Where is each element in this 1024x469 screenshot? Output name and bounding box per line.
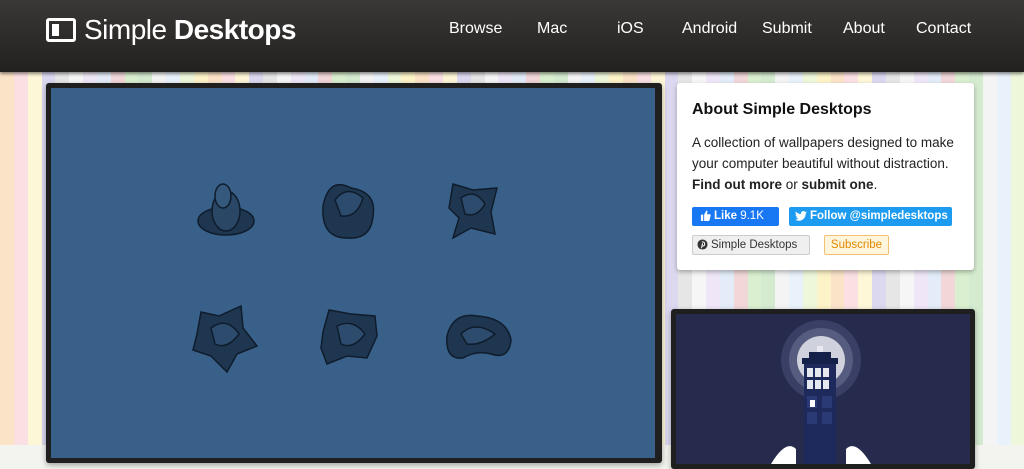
nav-browse[interactable]: Browse xyxy=(449,20,502,38)
nav-mac[interactable]: Mac xyxy=(537,20,567,38)
nav-submit[interactable]: Submit xyxy=(762,20,812,38)
background-stripe xyxy=(13,72,28,445)
background-stripe xyxy=(1010,72,1024,445)
about-title: About Simple Desktops xyxy=(692,101,872,118)
like-label: Like xyxy=(714,210,738,222)
background-stripe xyxy=(27,72,42,445)
subscribe-button[interactable]: Subscribe xyxy=(824,235,889,255)
background-stripe xyxy=(982,72,997,445)
about-card: About Simple Desktops A collection of wa… xyxy=(677,83,974,270)
twitter-bird-icon xyxy=(795,211,807,221)
featured-wallpaper-image xyxy=(51,88,655,458)
pinterest-icon xyxy=(697,239,708,251)
follow-label: Follow @simpledesktops xyxy=(810,210,948,222)
nav-android[interactable]: Android xyxy=(682,20,737,38)
nav-ios[interactable]: iOS xyxy=(617,20,644,38)
featured-wallpaper[interactable] xyxy=(46,83,662,463)
submit-one-link[interactable]: submit one xyxy=(802,177,874,192)
about-text: A collection of wallpapers designed to m… xyxy=(692,135,954,171)
social-buttons: Like 9.1K Follow @simpledesktops Simple … xyxy=(692,207,962,259)
about-description: A collection of wallpapers designed to m… xyxy=(692,132,959,195)
like-count: 9.1K xyxy=(740,210,764,222)
thumbs-up-icon xyxy=(700,210,711,222)
about-or-text: or xyxy=(785,177,798,192)
police-box-shape xyxy=(802,346,838,464)
pinterest-label: Simple Desktops xyxy=(711,239,798,251)
twitter-follow-button[interactable]: Follow @simpledesktops xyxy=(789,207,952,226)
wallpaper-thumbnail-image xyxy=(676,314,970,464)
main-nav: Browse Mac iOS Android Submit About Cont… xyxy=(0,20,1024,42)
site-header: Simple Desktops Browse Mac iOS Android S… xyxy=(0,0,1024,72)
pinterest-follow-button[interactable]: Simple Desktops xyxy=(692,235,810,255)
about-period: . xyxy=(873,177,878,192)
facebook-like-button[interactable]: Like 9.1K xyxy=(692,207,779,226)
nav-about[interactable]: About xyxy=(843,20,885,38)
nav-contact[interactable]: Contact xyxy=(916,20,971,38)
background-stripe xyxy=(0,72,14,445)
blob-shape xyxy=(320,309,378,365)
wallpaper-thumbnail[interactable] xyxy=(671,309,975,469)
find-out-more-link[interactable]: Find out more xyxy=(692,177,782,192)
background-stripe xyxy=(996,72,1011,445)
